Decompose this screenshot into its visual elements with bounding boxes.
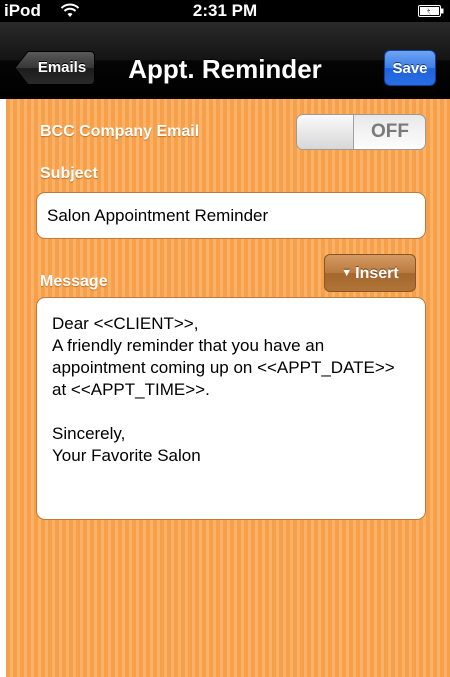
subject-input[interactable]: Salon Appointment Reminder xyxy=(36,192,426,239)
bcc-company-email-label: BCC Company Email xyxy=(40,123,200,140)
bcc-toggle-switch[interactable]: OFF xyxy=(296,114,426,150)
toggle-state-label: OFF xyxy=(371,121,409,142)
message-textarea[interactable]: Dear <<CLIENT>>, A friendly reminder tha… xyxy=(36,297,426,520)
message-label: Message xyxy=(40,273,108,290)
status-bar: iPod 2:31 PM xyxy=(0,0,450,22)
battery-icon xyxy=(418,5,444,17)
form-content: BCC Company Email OFF Subject Salon Appo… xyxy=(6,99,450,677)
toggle-knob[interactable] xyxy=(297,115,354,149)
save-button[interactable]: Save xyxy=(384,50,436,86)
navigation-bar: Emails Appt. Reminder Save xyxy=(0,22,450,99)
back-button-label: Emails xyxy=(37,59,87,76)
page-title: Appt. Reminder xyxy=(128,54,322,84)
triangle-down-icon: ▼ xyxy=(341,267,353,279)
insert-button-label: Insert xyxy=(355,265,399,282)
status-time: 2:31 PM xyxy=(192,1,258,20)
insert-button[interactable]: ▼ Insert xyxy=(324,254,416,292)
subject-label: Subject xyxy=(40,165,98,182)
back-button-emails[interactable]: Emails xyxy=(14,50,96,86)
